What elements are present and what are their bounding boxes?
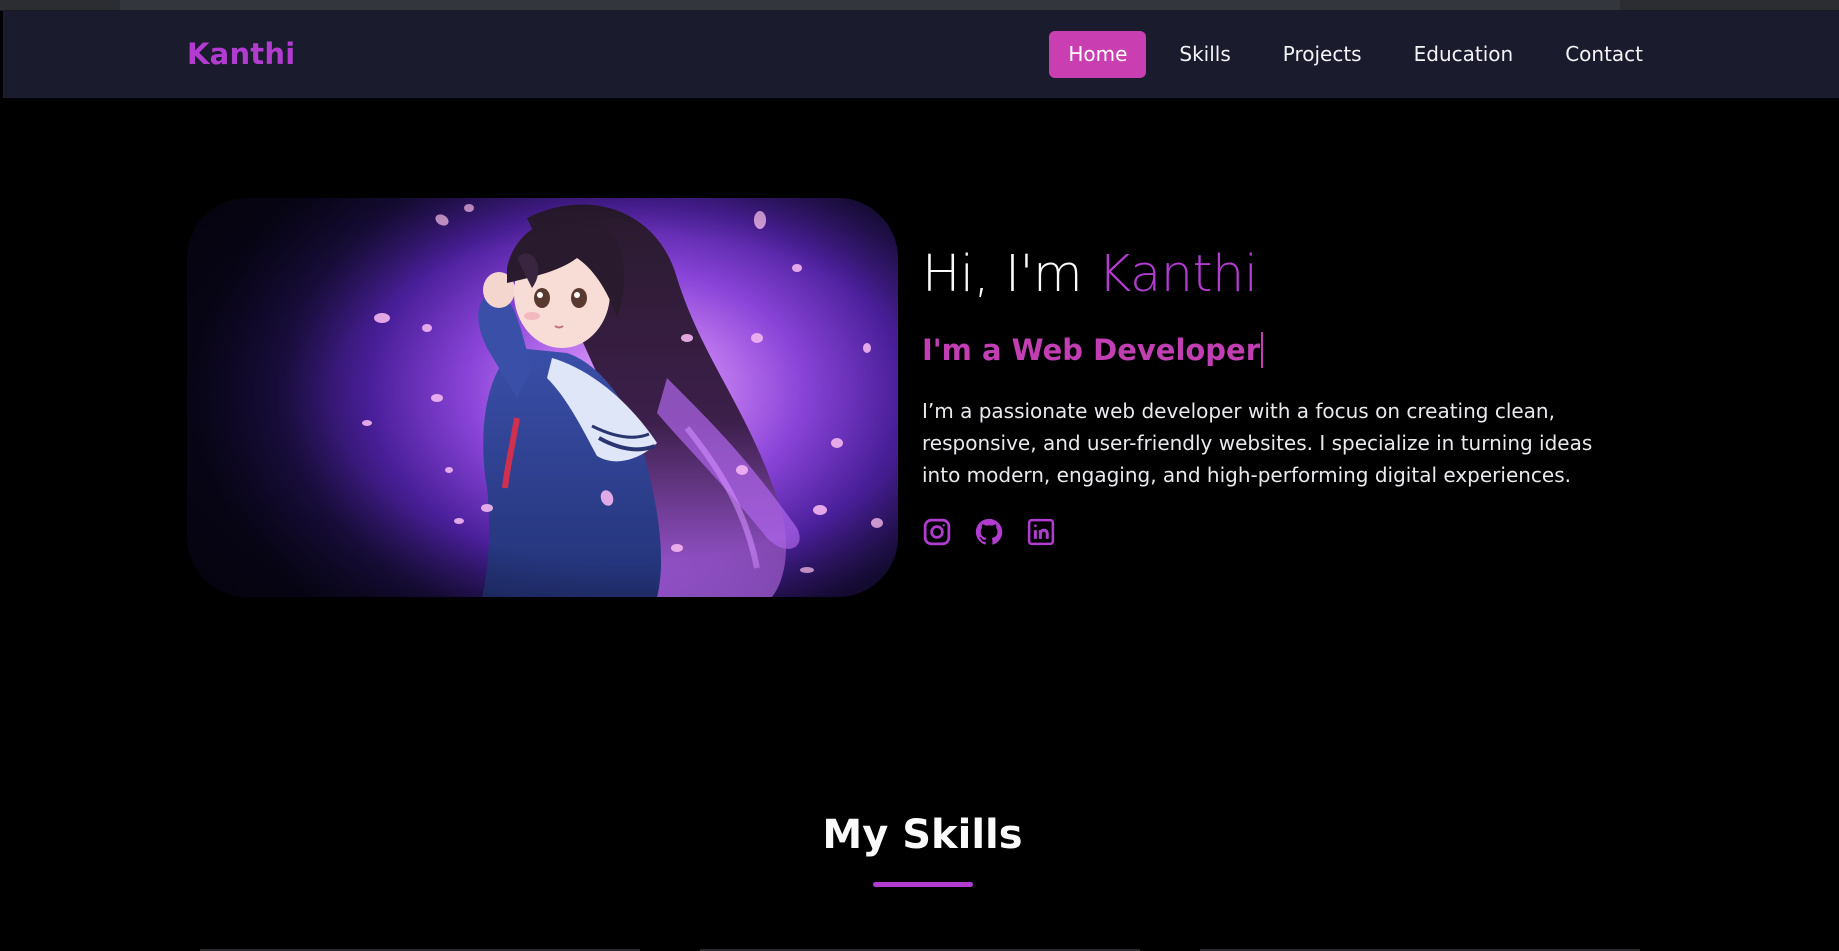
skills-title-underline: [873, 882, 973, 887]
hero-bio: I’m a passionate web developer with a fo…: [922, 399, 1593, 487]
hero-greeting: Hi, I'm Kanthi: [922, 240, 1642, 310]
nav-link-home[interactable]: Home: [1049, 31, 1147, 78]
nav-link-contact[interactable]: Contact: [1546, 31, 1662, 78]
navbar: Kanthi Home Skills Projects Education Co…: [3, 11, 1839, 98]
brand-logo[interactable]: Kanthi: [187, 37, 295, 71]
typing-cursor: [1261, 332, 1264, 368]
browser-bar-segment: [120, 0, 1620, 10]
greeting-name: Kanthi: [1097, 245, 1258, 304]
nav-links: Home Skills Projects Education Contact: [1049, 31, 1662, 78]
anime-girl-portrait: [187, 198, 898, 597]
hero-image: [187, 198, 898, 597]
role-text: I'm a Web Developer: [922, 333, 1261, 367]
linkedin-icon[interactable]: [1026, 517, 1056, 547]
greeting-prefix: Hi, I'm: [922, 245, 1098, 304]
nav-link-projects[interactable]: Projects: [1264, 31, 1381, 78]
skills-section-title: My Skills: [822, 812, 1023, 858]
nav-link-education[interactable]: Education: [1395, 31, 1533, 78]
browser-top-strip: [0, 0, 1839, 11]
nav-link-skills[interactable]: Skills: [1160, 31, 1249, 78]
hero-text: Hi, I'm Kanthi I'm a Web Developer I’m a…: [922, 240, 1642, 547]
social-links: [922, 517, 1642, 547]
typed-role: I'm a Web Developer: [922, 332, 1642, 368]
github-icon[interactable]: [974, 517, 1004, 547]
instagram-icon[interactable]: [922, 517, 952, 547]
